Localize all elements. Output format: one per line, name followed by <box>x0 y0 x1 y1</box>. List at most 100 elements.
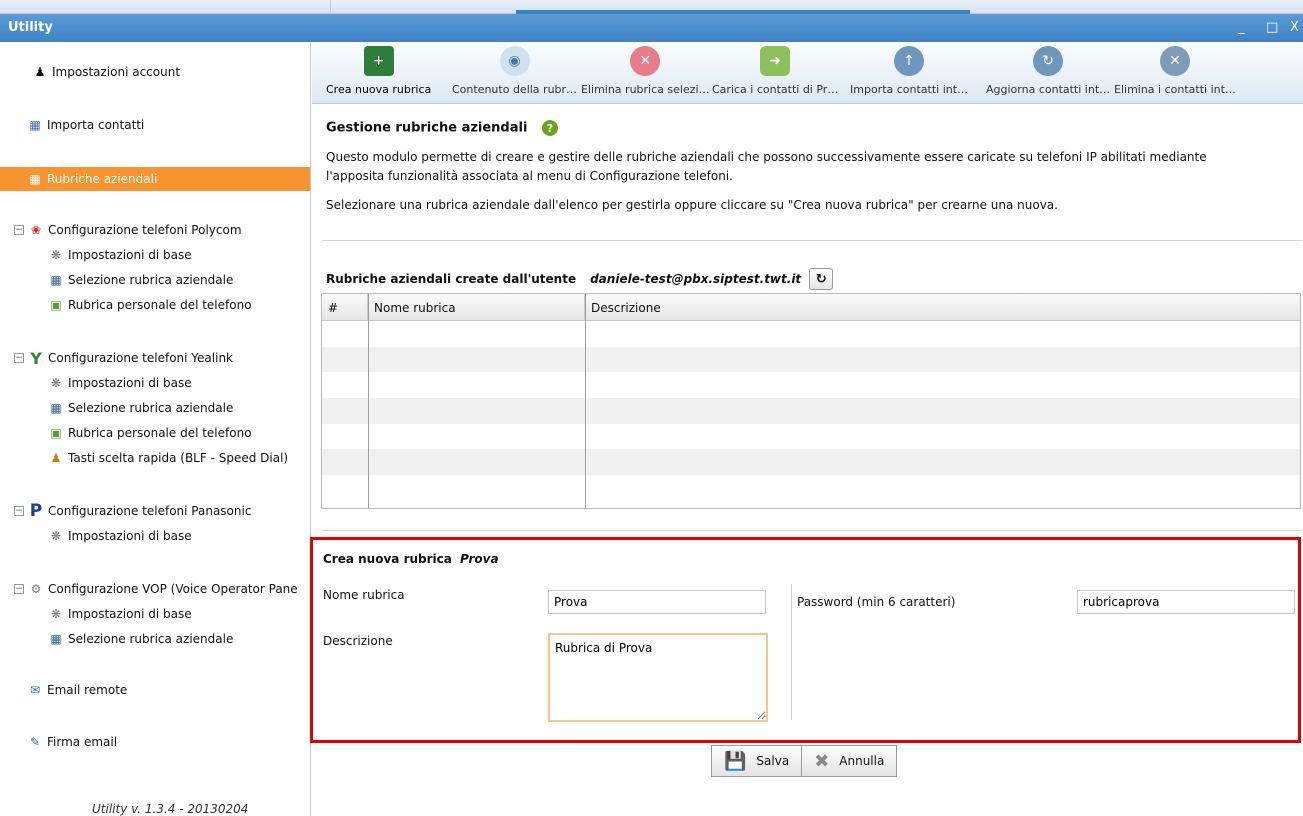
sidebar-item-email-remote[interactable]: ✉ Email remote <box>27 682 310 698</box>
divider <box>322 530 1302 531</box>
sidebar-item-label: Impostazioni di base <box>68 607 192 621</box>
toolbar-button-label: Carica i contatti di Pr… <box>712 83 839 96</box>
save-button[interactable]: 💾 Salva <box>711 745 803 777</box>
sidebar-item-label: Configurazione telefoni Panasonic <box>48 504 252 518</box>
yealink-icon: Y <box>30 348 42 368</box>
sidebar-item-yealink-tasti-rapidi[interactable]: ♟ Tasti scelta rapida (BLF - Speed Dial) <box>48 450 310 466</box>
table-row <box>322 449 1300 476</box>
phonebook-list-heading: Rubriche aziendali create dall'utente da… <box>326 268 834 290</box>
sidebar-group-polycom[interactable]: − ❀ Configurazione telefoni Polycom <box>14 222 310 238</box>
top-tab-strip <box>0 0 1303 14</box>
delete-internal-contacts-button[interactable]: ✕ Elimina i contatti int… <box>1114 46 1236 102</box>
sidebar-item-yealink-selezione-rubrica[interactable]: ▦ Selezione rubrica aziendale <box>48 400 310 416</box>
column-header-number[interactable]: # <box>322 294 368 320</box>
sidebar-item-label: Configurazione VOP (Voice Operator Pane <box>48 582 298 596</box>
vop-icon: ⚙ <box>30 582 42 596</box>
contact-book-icon: ▣ <box>50 426 62 440</box>
description-paragraph: Questo modulo permette di creare e gesti… <box>326 148 1286 186</box>
update-internal-contacts-button[interactable]: ↻ Aggiorna contatti int… <box>986 46 1110 102</box>
user-account: daniele-test@pbx.siptest.twt.it <box>590 272 802 286</box>
gear-icon: ❋ <box>50 376 62 390</box>
add-phonebook-icon: + <box>363 46 394 76</box>
sidebar-item-label: Selezione rubrica aziendale <box>68 632 234 646</box>
sidebar-item-vop-impostazioni[interactable]: ❋ Impostazioni di base <box>48 606 310 622</box>
collapse-toggle[interactable]: − <box>14 584 24 594</box>
table-header: # Nome rubrica Descrizione <box>322 294 1300 321</box>
collapse-toggle[interactable]: − <box>14 506 24 516</box>
sidebar-item-label: Importa contatti <box>47 118 145 132</box>
sidebar-item-label: Rubrica personale del telefono <box>68 298 252 312</box>
refresh-button[interactable]: ↻ <box>809 268 834 290</box>
version-label: Utility v. 1.3.4 - 20130204 <box>92 802 249 816</box>
save-icon: 💾 <box>724 750 747 772</box>
cancel-icon: ✖ <box>814 750 830 772</box>
window-title: Utility <box>8 20 53 35</box>
divider <box>322 240 1302 241</box>
sidebar-item-rubriche-aziendali[interactable]: ▦ Rubriche aziendali <box>0 167 310 191</box>
page-title-text: Gestione rubriche aziendali <box>326 120 528 136</box>
phonebook-table[interactable]: # Nome rubrica Descrizione <box>321 293 1301 509</box>
user-icon: ♟ <box>34 65 46 79</box>
phonebook-icon: ▦ <box>50 401 62 415</box>
eye-icon: ◉ <box>499 46 530 76</box>
form-divider <box>791 584 792 720</box>
instructions-text: Selezionare una rubrica aziendale dall'e… <box>326 198 1058 212</box>
column-header-descrizione[interactable]: Descrizione <box>585 294 1300 320</box>
create-phonebook-button[interactable]: + Crea nuova rubrica <box>326 46 431 102</box>
delete-users-icon: ✕ <box>1159 46 1190 76</box>
sidebar-group-panasonic[interactable]: − P Configurazione telefoni Panasonic <box>14 501 310 521</box>
table-row <box>322 475 1300 501</box>
column-divider <box>585 294 586 508</box>
name-input[interactable] <box>548 590 766 614</box>
upload-contacts-button[interactable]: ➜ Carica i contatti di Pr… <box>712 46 838 102</box>
maximize-button[interactable]: □ <box>1266 20 1278 35</box>
collapse-toggle[interactable]: − <box>14 353 24 363</box>
sidebar-group-vop[interactable]: − ⚙ Configurazione VOP (Voice Operator P… <box>14 581 310 597</box>
sidebar-item-polycom-impostazioni[interactable]: ❋ Impostazioni di base <box>48 247 310 263</box>
sidebar-item-label: Impostazioni di base <box>68 248 192 262</box>
gear-icon: ❋ <box>50 529 62 543</box>
minimize-button[interactable]: _ <box>1238 20 1245 35</box>
import-contacts-icon: ▦ <box>29 118 41 132</box>
table-row <box>322 346 1300 373</box>
column-header-nome-rubrica[interactable]: Nome rubrica <box>368 294 585 320</box>
upload-contacts-icon: ➜ <box>760 46 791 76</box>
create-phonebook-form: Crea nuova rubrica Prova Nome rubrica Pa… <box>310 537 1301 743</box>
table-row <box>322 424 1300 450</box>
sidebar-item-label: Configurazione telefoni Polycom <box>48 223 242 237</box>
form-title-text: Crea nuova rubrica <box>323 552 452 566</box>
sidebar-item-label: Configurazione telefoni Yealink <box>48 351 233 365</box>
sidebar-item-yealink-impostazioni[interactable]: ❋ Impostazioni di base <box>48 375 310 391</box>
sidebar-item-vop-selezione-rubrica[interactable]: ▦ Selezione rubrica aziendale <box>48 631 310 647</box>
delete-icon: ✕ <box>630 46 661 76</box>
sidebar-item-label: Rubriche aziendali <box>47 172 158 186</box>
collapse-toggle[interactable]: − <box>14 225 24 235</box>
view-contents-button[interactable]: ◉ Contenuto della rubr… <box>452 46 577 102</box>
help-icon[interactable]: ? <box>541 120 558 136</box>
import-users-icon: ↑ <box>894 46 925 76</box>
close-button[interactable]: X <box>1290 20 1299 35</box>
table-row <box>322 321 1300 347</box>
description-textarea[interactable]: Rubrica di Prova <box>548 633 768 722</box>
polycom-icon: ❀ <box>30 223 42 237</box>
panasonic-icon: P <box>29 501 43 521</box>
sidebar-item-label: Impostazioni di base <box>68 376 192 390</box>
sidebar-item-panasonic-impostazioni[interactable]: ❋ Impostazioni di base <box>48 528 310 544</box>
form-title: Crea nuova rubrica Prova <box>323 552 499 566</box>
cancel-button[interactable]: ✖ Annulla <box>802 745 898 777</box>
toolbar-button-label: Elimina i contatti int… <box>1114 83 1236 96</box>
import-internal-contacts-button[interactable]: ↑ Importa contatti int… <box>850 46 968 102</box>
sidebar-item-polycom-rubrica-personale[interactable]: ▣ Rubrica personale del telefono <box>48 297 310 313</box>
name-label: Nome rubrica <box>323 588 405 602</box>
phonebook-icon: ▦ <box>29 172 41 186</box>
description-line-2: l'apposita funzionalità associata al men… <box>326 169 733 183</box>
sidebar-item-importa-contatti[interactable]: ▦ Importa contatti <box>27 117 310 133</box>
password-input[interactable] <box>1077 590 1295 614</box>
delete-phonebook-button[interactable]: ✕ Elimina rubrica selezi… <box>581 46 710 102</box>
sidebar-item-impostazioni-account[interactable]: ♟ Impostazioni account <box>32 64 310 80</box>
sidebar-item-yealink-rubrica-personale[interactable]: ▣ Rubrica personale del telefono <box>48 425 310 441</box>
sidebar-group-yealink[interactable]: − Y Configurazione telefoni Yealink <box>14 348 310 368</box>
form-title-name: Prova <box>460 552 499 566</box>
sidebar-item-polycom-selezione-rubrica[interactable]: ▦ Selezione rubrica aziendale <box>48 272 310 288</box>
sidebar-item-firma-email[interactable]: ✎ Firma email <box>27 734 310 750</box>
